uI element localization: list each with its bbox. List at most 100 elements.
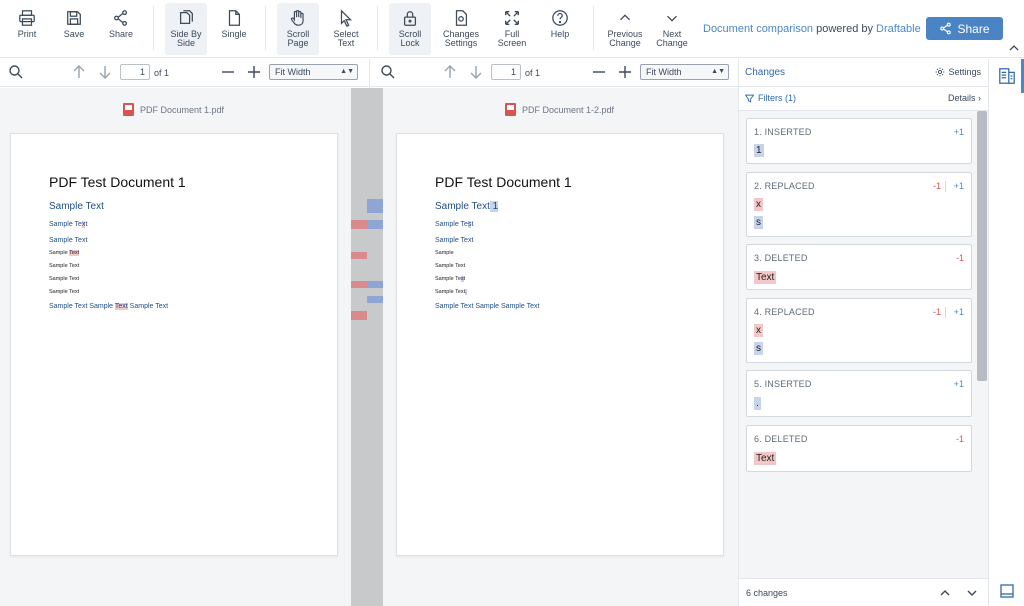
- doc-line: Sample Test: [435, 276, 465, 282]
- chevron-up-icon: [620, 14, 630, 21]
- right-document-viewer[interactable]: PDF Document 1-2.pdf PDF Test Document 1…: [383, 88, 738, 606]
- document-settings-icon: [455, 10, 468, 26]
- gutter-marker-inserted[interactable]: [367, 199, 383, 213]
- inserted-chip: s: [754, 342, 763, 355]
- filter-icon: [745, 94, 754, 103]
- settings-label: Settings: [948, 67, 981, 77]
- filters-bar: Filters (1) Details ›: [739, 87, 989, 111]
- zoom-out-icon[interactable]: [220, 64, 236, 80]
- single-label: Single: [221, 29, 247, 39]
- hand-icon: [290, 10, 304, 26]
- pdf-file-icon: [123, 103, 134, 116]
- left-filename: PDF Document 1.pdf: [140, 104, 225, 115]
- deleted-text[interactable]: Text: [114, 303, 128, 310]
- left-document-viewer[interactable]: PDF Document 1.pdf PDF Test Document 1 S…: [0, 88, 351, 606]
- arrow-up-icon[interactable]: [71, 64, 87, 80]
- change-card[interactable]: 1. INSERTED +1 1: [746, 118, 972, 164]
- help-button[interactable]: Help: [539, 3, 581, 55]
- gutter-marker-deleted[interactable]: [351, 220, 367, 229]
- zoom-select[interactable]: Fit Width ▲▼: [269, 64, 358, 80]
- zoom-select[interactable]: Fit Width ▲▼: [640, 64, 729, 80]
- delete-count: -1: [955, 434, 964, 444]
- help-icon: [552, 10, 568, 26]
- change-card[interactable]: 4. REPLACED -1 +1 x s: [746, 298, 972, 363]
- select-text-label: Select Text: [333, 29, 359, 48]
- change-card[interactable]: 6. DELETED -1 Text: [746, 425, 972, 472]
- change-gutter: [351, 88, 383, 606]
- change-card[interactable]: 3. DELETED -1 Text: [746, 244, 972, 290]
- single-page-icon: [228, 10, 241, 26]
- gutter-marker-inserted[interactable]: [367, 296, 383, 303]
- deleted-chip: x: [754, 324, 763, 337]
- details-button[interactable]: Details ›: [948, 93, 981, 103]
- arrow-up-icon[interactable]: [442, 64, 458, 80]
- select-text-button[interactable]: Select Text: [325, 3, 367, 55]
- text-run: t: [85, 221, 88, 228]
- save-button[interactable]: Save: [55, 3, 93, 55]
- zoom-select-value: Fit Width: [646, 67, 682, 77]
- side-by-side-button[interactable]: Side By Side: [165, 3, 207, 55]
- document-comparison-link[interactable]: Document comparison: [703, 23, 813, 35]
- zoom-in-icon[interactable]: [246, 64, 262, 80]
- zoom-select-value: Fit Width: [275, 67, 311, 77]
- zoom-in-icon[interactable]: [617, 64, 633, 80]
- share-toolbar-button[interactable]: Share: [102, 3, 140, 55]
- text-run: Sample Text: [435, 201, 490, 212]
- page-number-input[interactable]: 1: [491, 64, 521, 80]
- previous-change-label: Previous Change: [607, 29, 643, 48]
- inserted-chip: s: [754, 216, 763, 229]
- gutter-marker-inserted[interactable]: [367, 281, 383, 288]
- changes-settings-link[interactable]: Settings: [935, 67, 981, 77]
- arrow-down-icon[interactable]: [97, 64, 113, 80]
- side-by-side-icon: [179, 10, 193, 25]
- chevron-up-icon[interactable]: [1008, 43, 1020, 53]
- single-button[interactable]: Single: [213, 3, 255, 55]
- count-divider: [945, 181, 946, 192]
- changes-list-icon[interactable]: [998, 67, 1016, 85]
- toolbar-divider: [377, 6, 378, 50]
- change-title: 5. INSERTED: [754, 379, 812, 389]
- change-title: 2. REPLACED: [754, 181, 815, 191]
- scroll-lock-button[interactable]: Scroll Lock: [389, 3, 431, 55]
- gear-icon: [936, 67, 945, 77]
- change-title: 1. INSERTED: [754, 127, 812, 137]
- inserted-text[interactable]: 1: [489, 201, 499, 212]
- next-change-button[interactable]: Next Change: [650, 3, 694, 55]
- share-button-label: Share: [957, 21, 990, 36]
- pdf-file-icon: [505, 103, 516, 116]
- gutter-marker-inserted[interactable]: [367, 220, 383, 229]
- doc-line: Sample Text: [49, 263, 80, 269]
- draftable-link[interactable]: Draftable: [876, 23, 921, 35]
- arrow-down-icon[interactable]: [468, 64, 484, 80]
- full-screen-button[interactable]: Full Screen: [491, 3, 533, 55]
- chevron-right-icon: ›: [978, 93, 981, 103]
- change-title: 4. REPLACED: [754, 307, 815, 317]
- scroll-page-button[interactable]: Scroll Page: [277, 3, 319, 55]
- changes-settings-button[interactable]: Changes Settings: [437, 3, 485, 55]
- panel-toggle-icon[interactable]: [999, 583, 1015, 599]
- chevron-down-icon[interactable]: [966, 587, 978, 599]
- inserted-text[interactable]: .: [465, 289, 467, 295]
- print-button[interactable]: Print: [8, 3, 46, 55]
- left-document-page: PDF Test Document 1 Sample Text Sample T…: [10, 133, 338, 556]
- previous-change-button[interactable]: Previous Change: [602, 3, 648, 55]
- doc-line: Sample Text: [49, 250, 80, 256]
- deleted-text[interactable]: Text: [69, 250, 80, 256]
- zoom-out-icon[interactable]: [591, 64, 607, 80]
- right-icon-rail: [988, 59, 1024, 606]
- gutter-marker-deleted[interactable]: [351, 281, 367, 288]
- search-icon[interactable]: [8, 64, 24, 80]
- cursor-icon: [340, 9, 353, 27]
- gutter-marker-deleted[interactable]: [351, 311, 367, 320]
- share-button[interactable]: Share: [926, 17, 1003, 40]
- change-card[interactable]: 5. INSERTED +1 .: [746, 370, 972, 417]
- change-card[interactable]: 2. REPLACED -1 +1 x s: [746, 172, 972, 237]
- filters-button[interactable]: Filters (1): [745, 93, 796, 103]
- search-icon[interactable]: [380, 64, 396, 80]
- delete-count: -1: [932, 307, 941, 317]
- page-number-input[interactable]: 1: [120, 64, 150, 80]
- chevron-up-icon[interactable]: [939, 587, 951, 599]
- changes-scrollbar[interactable]: [977, 111, 987, 381]
- doc-line: Sample: [435, 250, 454, 256]
- gutter-marker-deleted[interactable]: [351, 252, 367, 259]
